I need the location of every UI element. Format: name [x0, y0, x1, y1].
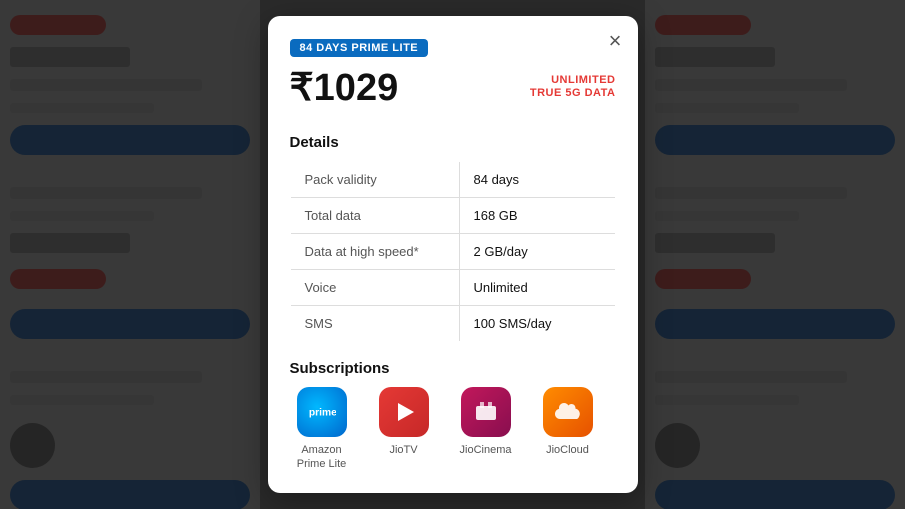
- modal-scrollable-content[interactable]: Details Pack validity 84 days Total data…: [268, 124, 638, 494]
- modal-header: × 84 DAYS PRIME LITE ₹1029 UNLIMITED TRU…: [268, 16, 638, 124]
- plan-badge: 84 DAYS PRIME LITE: [290, 39, 429, 57]
- subscriptions-section-title: Subscriptions: [290, 360, 616, 377]
- subscription-item: JioCinema: [454, 387, 518, 472]
- subscription-item: JioCloud: [536, 387, 600, 472]
- row-label: Total data: [290, 197, 459, 233]
- close-button[interactable]: ×: [609, 30, 622, 52]
- svg-text:prime: prime: [308, 407, 335, 418]
- jiocinema-icon: [461, 387, 511, 437]
- subscription-label: JioCinema: [460, 443, 512, 457]
- table-row: Voice Unlimited: [290, 269, 615, 305]
- modal-backdrop: × 84 DAYS PRIME LITE ₹1029 UNLIMITED TRU…: [0, 0, 905, 509]
- row-value: 84 days: [459, 161, 615, 197]
- unlimited-line1: UNLIMITED: [530, 74, 616, 87]
- details-section-title: Details: [290, 134, 616, 151]
- row-value: 100 SMS/day: [459, 305, 615, 341]
- subscription-label: JioCloud: [546, 443, 589, 457]
- row-label: Voice: [290, 269, 459, 305]
- subscription-item: prime Amazon Prime Lite: [290, 387, 354, 472]
- price-row: ₹1029 UNLIMITED TRUE 5G DATA: [290, 65, 616, 110]
- plan-price: ₹1029: [290, 65, 399, 110]
- details-table: Pack validity 84 days Total data 168 GB …: [290, 161, 616, 342]
- subscriptions-row: prime Amazon Prime Lite JioTV JioCinema …: [290, 387, 616, 472]
- row-value: Unlimited: [459, 269, 615, 305]
- jiocloud-icon: [543, 387, 593, 437]
- unlimited-line2: TRUE 5G DATA: [530, 87, 616, 100]
- subscription-item: JioTV: [372, 387, 436, 472]
- table-row: Total data 168 GB: [290, 197, 615, 233]
- row-label: SMS: [290, 305, 459, 341]
- row-label: Pack validity: [290, 161, 459, 197]
- subscription-label: JioTV: [389, 443, 417, 457]
- unlimited-badge: UNLIMITED TRUE 5G DATA: [530, 74, 616, 100]
- table-row: SMS 100 SMS/day: [290, 305, 615, 341]
- subscription-label: Amazon Prime Lite: [290, 443, 354, 472]
- row-label: Data at high speed*: [290, 233, 459, 269]
- row-value: 168 GB: [459, 197, 615, 233]
- plan-detail-modal: × 84 DAYS PRIME LITE ₹1029 UNLIMITED TRU…: [268, 16, 638, 494]
- amazon-prime-lite-icon: prime: [297, 387, 347, 437]
- table-row: Pack validity 84 days: [290, 161, 615, 197]
- row-value: 2 GB/day: [459, 233, 615, 269]
- jiotv-icon: [379, 387, 429, 437]
- table-row: Data at high speed* 2 GB/day: [290, 233, 615, 269]
